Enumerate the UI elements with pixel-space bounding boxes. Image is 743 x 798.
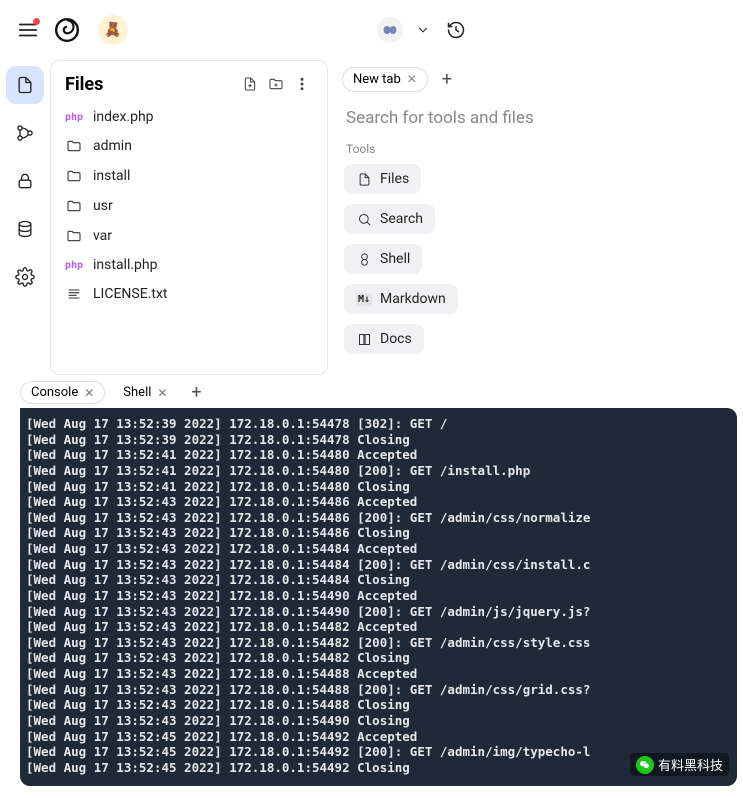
add-tab-button[interactable]: + bbox=[436, 68, 458, 90]
markdown-icon: M↓ bbox=[356, 293, 372, 306]
console-output[interactable]: [Wed Aug 17 13:52:39 2022] 172.18.0.1:54… bbox=[20, 408, 737, 786]
file-item[interactable]: usr bbox=[55, 191, 323, 221]
notification-dot bbox=[33, 18, 40, 25]
file-item[interactable]: php install.php bbox=[55, 251, 323, 279]
tab-new[interactable]: New tab ✕ bbox=[342, 67, 428, 92]
files-title: Files bbox=[65, 74, 235, 95]
tab-label: Console bbox=[31, 385, 78, 400]
files-panel: Files phpindex.phpadmininstallusrvarphpi… bbox=[50, 60, 328, 375]
tools-heading: Tools bbox=[342, 142, 743, 164]
tool-label: Shell bbox=[380, 251, 410, 267]
tool-list: Files Search Shell M↓ Markdown Docs bbox=[342, 164, 743, 354]
rail-settings[interactable] bbox=[6, 258, 44, 296]
watermark: 有料黑科技 bbox=[630, 753, 729, 776]
new-file-icon[interactable] bbox=[239, 73, 261, 95]
search-icon bbox=[356, 211, 372, 227]
file-label: var bbox=[93, 228, 112, 244]
file-label: LICENSE.txt bbox=[93, 286, 167, 302]
file-list: php index.php admin install usr var php install… bbox=[51, 103, 327, 309]
rail-database[interactable] bbox=[6, 210, 44, 248]
close-icon[interactable]: ✕ bbox=[407, 72, 417, 86]
logo-icon bbox=[52, 15, 82, 45]
file-item[interactable]: install bbox=[55, 161, 323, 191]
tab-shell[interactable]: Shell ✕ bbox=[113, 382, 177, 403]
folder-icon bbox=[65, 197, 83, 215]
tool-files[interactable]: Files bbox=[344, 164, 421, 194]
folder-icon bbox=[65, 167, 83, 185]
folder-icon bbox=[65, 227, 83, 245]
text-file-icon bbox=[65, 285, 83, 303]
main-area: Files phpindex.phpadmininstallusrvarphpi… bbox=[0, 60, 743, 375]
chevron-down-icon[interactable] bbox=[413, 20, 433, 40]
menu-button[interactable] bbox=[14, 16, 42, 44]
file-label: usr bbox=[93, 198, 113, 214]
file-label: admin bbox=[93, 138, 132, 154]
tool-label: Search bbox=[380, 211, 423, 227]
rail-files[interactable] bbox=[6, 66, 44, 104]
tool-label: Markdown bbox=[380, 291, 446, 307]
tab-label: New tab bbox=[353, 72, 401, 87]
bottom-tabs: Console ✕ Shell ✕ + bbox=[0, 375, 743, 408]
php-icon: php bbox=[65, 260, 83, 271]
avatar[interactable]: 🧸 bbox=[98, 15, 128, 45]
rail-version-control[interactable] bbox=[6, 114, 44, 152]
tool-shell[interactable]: Shell bbox=[344, 244, 422, 274]
php-icon: php bbox=[65, 112, 83, 123]
tool-label: Docs bbox=[380, 331, 412, 347]
tab-row: New tab ✕ + bbox=[342, 60, 743, 98]
file-item[interactable]: admin bbox=[55, 131, 323, 161]
close-icon[interactable]: ✕ bbox=[157, 386, 167, 400]
file-item[interactable]: LICENSE.txt bbox=[55, 279, 323, 309]
file-item[interactable]: var bbox=[55, 221, 323, 251]
rail-secrets[interactable] bbox=[6, 162, 44, 200]
close-icon[interactable]: ✕ bbox=[84, 386, 94, 400]
watermark-text: 有料黑科技 bbox=[658, 755, 723, 774]
tool-search[interactable]: Search bbox=[344, 204, 435, 234]
new-folder-icon[interactable] bbox=[265, 73, 287, 95]
search-input[interactable]: Search for tools and files bbox=[342, 98, 743, 142]
right-panel: New tab ✕ + Search for tools and files T… bbox=[328, 60, 743, 375]
more-icon[interactable] bbox=[291, 73, 313, 95]
shell-icon bbox=[356, 251, 372, 267]
tool-docs[interactable]: Docs bbox=[344, 324, 424, 354]
file-item[interactable]: php index.php bbox=[55, 103, 323, 131]
file-label: index.php bbox=[93, 109, 154, 125]
folder-icon bbox=[65, 137, 83, 155]
tab-label: Shell bbox=[123, 385, 151, 400]
side-rail bbox=[0, 60, 50, 375]
wechat-icon bbox=[636, 756, 654, 774]
top-bar: 🧸 bbox=[0, 0, 743, 60]
history-icon[interactable] bbox=[443, 17, 469, 43]
file-label: install bbox=[93, 168, 130, 184]
tool-markdown[interactable]: M↓ Markdown bbox=[344, 284, 458, 314]
tab-console[interactable]: Console ✕ bbox=[20, 381, 105, 404]
file-label: install.php bbox=[93, 257, 158, 273]
add-bottom-tab-button[interactable]: + bbox=[185, 382, 207, 404]
file-icon bbox=[356, 171, 372, 187]
tool-label: Files bbox=[380, 171, 409, 187]
docs-icon bbox=[356, 331, 372, 347]
app-type-badge bbox=[377, 17, 403, 43]
